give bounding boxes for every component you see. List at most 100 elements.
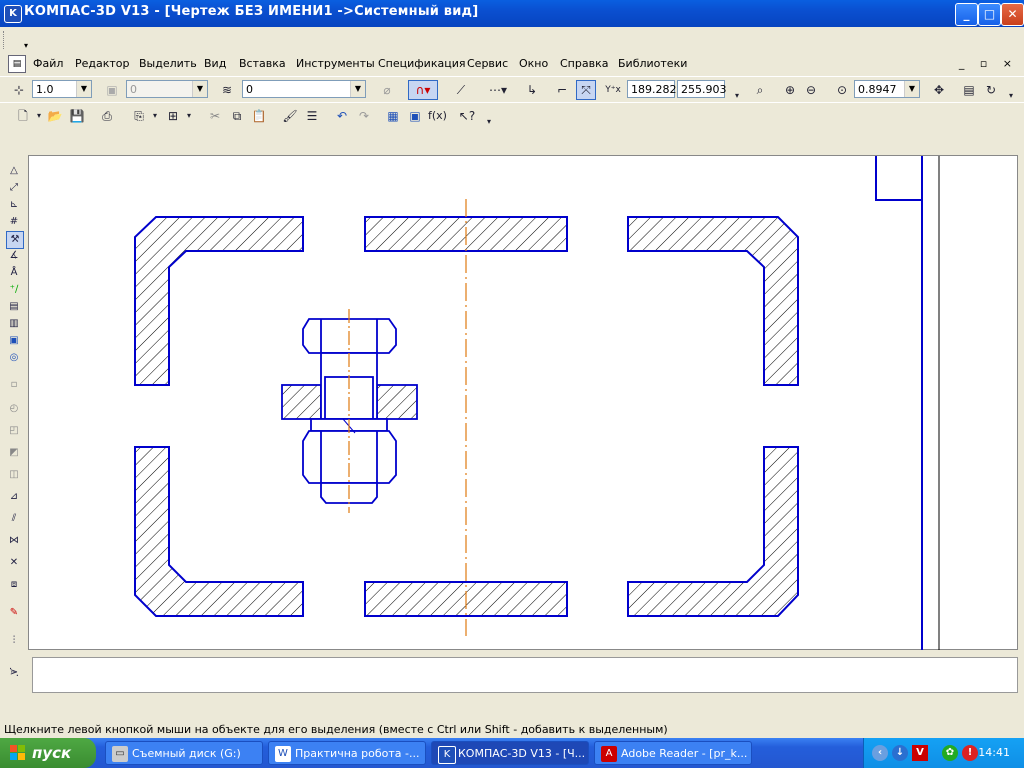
origin-icon[interactable]: ↳ bbox=[523, 81, 541, 99]
associative-icon[interactable]: ▣ bbox=[6, 333, 22, 349]
chevron-down-icon[interactable]: ▾ bbox=[146, 107, 164, 125]
task-word-document[interactable]: W Практична робота -... bbox=[268, 741, 426, 765]
menu-file[interactable]: Файл bbox=[33, 57, 63, 70]
hatch-icon[interactable]: ⊿ bbox=[6, 489, 22, 505]
corner-top-left[interactable] bbox=[134, 216, 304, 386]
grid-icon[interactable]: ⋯▾ bbox=[484, 81, 512, 99]
zoom-scale-icon[interactable]: ⊙ bbox=[833, 81, 851, 99]
point-icon[interactable]: ▫ bbox=[6, 377, 22, 393]
library-manager-icon[interactable]: ▦ bbox=[384, 107, 402, 125]
coord-y-field[interactable]: 255.903 bbox=[677, 80, 727, 98]
help-pointer-icon[interactable]: ↖? bbox=[458, 107, 476, 125]
designations-icon[interactable]: ⊾ bbox=[6, 197, 22, 213]
polygon-icon[interactable]: ◩ bbox=[6, 445, 22, 461]
scale-field[interactable]: 1.0 ▼ bbox=[32, 80, 92, 98]
zoom-in-icon[interactable]: ⊕ bbox=[781, 81, 799, 99]
spec-icon[interactable]: ⁺∕ bbox=[6, 282, 22, 298]
drawing-canvas[interactable] bbox=[28, 155, 1019, 651]
task-kompas[interactable]: K КОМПАС-3D V13 - [Ч... bbox=[431, 741, 589, 765]
corner-bottom-left[interactable] bbox=[134, 446, 304, 617]
properties-list-icon[interactable]: ☰ bbox=[303, 107, 321, 125]
chevron-down-icon[interactable]: ▼ bbox=[904, 81, 919, 97]
fragment-icon[interactable]: ⧈ bbox=[6, 577, 22, 593]
insert-icon[interactable]: ▥ bbox=[6, 316, 22, 332]
minimize-button[interactable]: _ bbox=[955, 3, 978, 26]
trim-icon[interactable]: ⋈ bbox=[6, 533, 22, 549]
delete-icon[interactable]: ✎ bbox=[6, 605, 22, 621]
security-alert-icon[interactable]: ! bbox=[962, 745, 978, 761]
download-icon[interactable]: ↓ bbox=[892, 745, 908, 761]
menu-libraries[interactable]: Библиотеки bbox=[618, 57, 687, 70]
geometry-icon[interactable]: △ bbox=[6, 163, 22, 179]
layer-field[interactable]: 0 ▼ bbox=[242, 80, 366, 98]
ortho-icon[interactable]: ⟋ bbox=[452, 81, 470, 99]
kompas-app-icon[interactable]: K bbox=[4, 5, 22, 23]
menu-insert[interactable]: Вставка bbox=[239, 57, 286, 70]
rect-icon[interactable]: ◰ bbox=[6, 423, 22, 439]
spline-icon[interactable]: ◫ bbox=[6, 467, 22, 483]
corner-bottom-right[interactable] bbox=[627, 446, 799, 617]
menu-specification[interactable]: Спецификация bbox=[378, 57, 465, 70]
chevron-down-icon[interactable]: ▾ bbox=[24, 41, 28, 50]
print-icon[interactable]: ⎙ bbox=[98, 107, 116, 125]
format-brush-icon[interactable]: 🖌 bbox=[281, 107, 299, 125]
paste-icon[interactable]: 📋 bbox=[250, 107, 268, 125]
dimensions-icon[interactable]: ⤢ bbox=[6, 180, 22, 196]
task-adobe-reader[interactable]: A Adobe Reader - [pr_k... bbox=[594, 741, 752, 765]
menu-help[interactable]: Справка bbox=[560, 57, 608, 70]
cut-icon[interactable]: ✂ bbox=[206, 107, 224, 125]
layer-icon[interactable]: ≋ bbox=[218, 81, 236, 99]
coord-x-field[interactable]: 189.282 bbox=[627, 80, 677, 98]
menu-tools[interactable]: Инструменты bbox=[296, 57, 375, 70]
local-cs-icon[interactable]: ⊹ bbox=[10, 81, 28, 99]
zoom-frame-icon[interactable]: ⌕ bbox=[751, 81, 769, 99]
function-icon[interactable]: f(x) bbox=[428, 107, 447, 125]
menu-service[interactable]: Сервис bbox=[467, 57, 508, 70]
drawing-svg[interactable] bbox=[29, 156, 1019, 651]
network-icon[interactable]: ✿ bbox=[942, 745, 958, 761]
chevron-down-icon[interactable]: ▼ bbox=[76, 81, 91, 97]
open-folder-icon[interactable]: 📂 bbox=[46, 107, 64, 125]
zoom-out-icon[interactable]: ⊖ bbox=[802, 81, 820, 99]
task-removable-drive[interactable]: ▭ Съемный диск (G:) bbox=[105, 741, 263, 765]
circle-icon[interactable]: ◴ bbox=[6, 401, 22, 417]
back-arrow-icon[interactable]: ‹ bbox=[872, 745, 888, 761]
close-button[interactable]: ✕ bbox=[1001, 3, 1024, 26]
edit-icon[interactable]: # bbox=[6, 214, 22, 230]
copy-icon[interactable]: ⧉ bbox=[228, 107, 246, 125]
washer-plate-left[interactable] bbox=[281, 384, 322, 420]
variables-icon[interactable]: ▣ bbox=[406, 107, 424, 125]
selection-icon[interactable]: Å bbox=[6, 265, 22, 281]
property-bar-grip[interactable]: ⋗ bbox=[2, 655, 24, 695]
chevron-down-icon[interactable]: ▾ bbox=[480, 113, 498, 131]
snap-magnet-icon[interactable]: ∩▾ bbox=[408, 80, 438, 100]
menu-view[interactable]: Вид bbox=[204, 57, 226, 70]
reports-icon[interactable]: ▤ bbox=[6, 299, 22, 315]
start-button[interactable]: пуск bbox=[0, 738, 96, 768]
refresh-icon[interactable]: ↻ bbox=[982, 81, 1000, 99]
round-icon[interactable]: ⌐ bbox=[553, 81, 571, 99]
chevron-down-icon[interactable]: ▼ bbox=[350, 81, 365, 97]
chevron-down-icon[interactable]: ▾ bbox=[180, 107, 198, 125]
measure-icon[interactable]: ∡ bbox=[6, 248, 22, 264]
view-icon[interactable]: ◎ bbox=[6, 350, 22, 366]
save-icon[interactable]: 💾 bbox=[68, 107, 86, 125]
mdi-window-controls[interactable]: _ ▫ × bbox=[959, 57, 1018, 70]
menu-edit[interactable]: Редактор bbox=[75, 57, 130, 70]
undo-icon[interactable]: ↶ bbox=[333, 107, 351, 125]
corner-top-right[interactable] bbox=[627, 216, 799, 386]
show-all-icon[interactable]: ▤ bbox=[960, 81, 978, 99]
zoom-field[interactable]: 0.8947 ▼ bbox=[854, 80, 920, 98]
menu-select[interactable]: Выделить bbox=[139, 57, 197, 70]
offset-icon[interactable]: ⫽ bbox=[6, 511, 22, 527]
washer-plate-right[interactable] bbox=[376, 384, 418, 420]
pan-icon[interactable]: ✥ bbox=[930, 81, 948, 99]
redo-icon[interactable]: ↷ bbox=[355, 107, 373, 125]
toolbar-grip[interactable] bbox=[3, 31, 7, 49]
properties-icon[interactable]: ⌀ bbox=[378, 81, 396, 99]
menu-window[interactable]: Окно bbox=[519, 57, 548, 70]
antivirus-icon[interactable]: V bbox=[912, 745, 928, 761]
pin-icon[interactable]: ⋗ bbox=[6, 665, 22, 681]
parametrization-icon[interactable]: ⚒ bbox=[6, 231, 24, 249]
maximize-button[interactable]: □ bbox=[978, 3, 1001, 26]
